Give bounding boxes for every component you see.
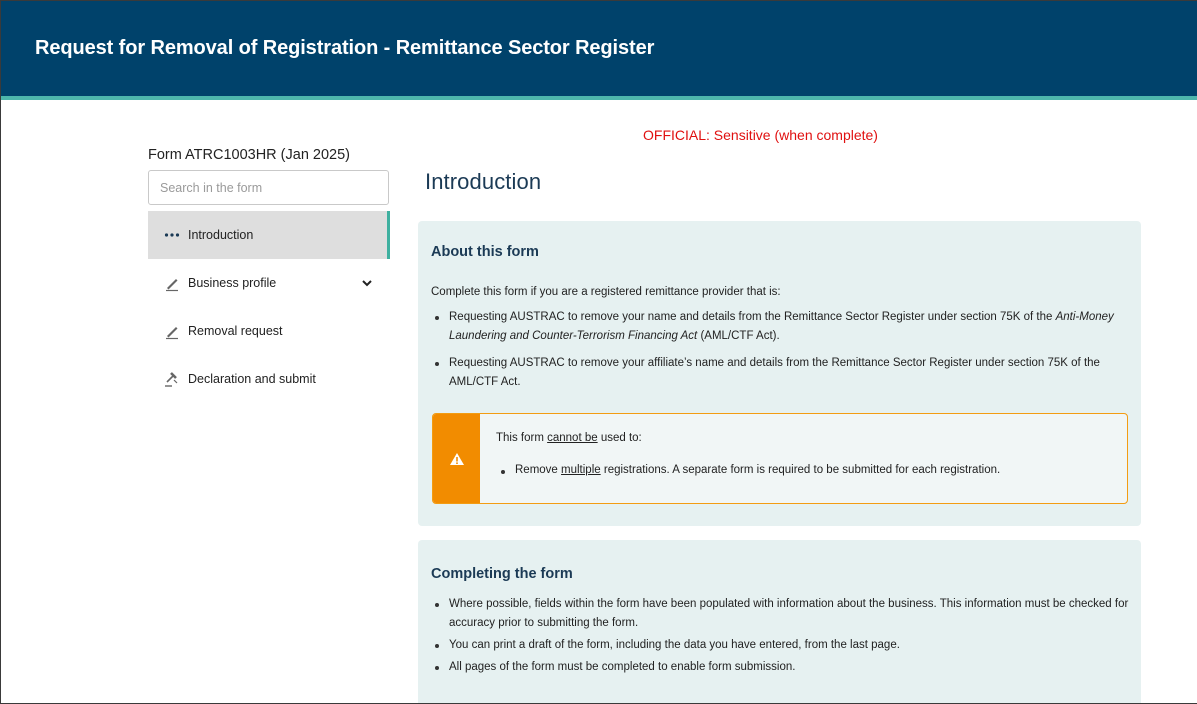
form-nav: Introduction Business profile Removal re… (148, 211, 390, 403)
warning-lead: This form cannot be used to: (496, 432, 642, 444)
list-item: You can print a draft of the form, inclu… (431, 636, 1129, 655)
sidebar-item-removal-request[interactable]: Removal request (148, 307, 390, 355)
pencil-icon (162, 321, 182, 341)
sidebar-item-label: Business profile (188, 276, 277, 290)
sidebar-item-introduction[interactable]: Introduction (148, 211, 390, 259)
list-item: All pages of the form must be completed … (431, 658, 1129, 677)
completing-panel: Completing the form Where possible, fiel… (418, 540, 1141, 703)
sidebar-item-label: Introduction (188, 228, 254, 242)
list-item: Requesting AUSTRAC to remove your affili… (431, 354, 1129, 392)
sidebar: Form ATRC1003HR (Jan 2025) Introduction … (148, 147, 390, 403)
sidebar-item-label: Declaration and submit (188, 372, 316, 386)
list-item: Remove multiple registrations. A separat… (499, 464, 1000, 476)
about-panel: About this form Complete this form if yo… (418, 221, 1141, 526)
chevron-down-icon[interactable] (360, 276, 374, 290)
completing-list: Where possible, fields within the form h… (431, 595, 1129, 680)
app-header: Request for Removal of Registration - Re… (1, 1, 1197, 100)
about-list: Requesting AUSTRAC to remove your name a… (431, 308, 1129, 400)
completing-heading: Completing the form (431, 566, 573, 582)
sidebar-item-declaration-and-submit[interactable]: Declaration and submit (148, 355, 390, 403)
warning-list: Remove multiple registrations. A separat… (499, 464, 1000, 476)
search-input[interactable] (148, 170, 389, 205)
form-code-label: Form ATRC1003HR (Jan 2025) (148, 147, 351, 163)
list-item: Where possible, fields within the form h… (431, 595, 1129, 633)
gavel-icon (162, 369, 182, 389)
page-frame: Request for Removal of Registration - Re… (0, 0, 1197, 704)
list-item: Requesting AUSTRAC to remove your name a… (431, 308, 1129, 346)
page-header-title: Request for Removal of Registration - Re… (35, 37, 655, 59)
pencil-icon (162, 273, 182, 293)
warning-icon (433, 414, 480, 503)
sidebar-item-label: Removal request (188, 324, 283, 338)
about-heading: About this form (431, 244, 539, 260)
warning-callout: This form cannot be used to: Remove mult… (432, 413, 1128, 504)
page-title: Introduction (425, 169, 542, 194)
about-intro: Complete this form if you are a register… (431, 286, 781, 298)
sidebar-item-business-profile[interactable]: Business profile (148, 259, 390, 307)
dots-icon (162, 225, 182, 245)
classification-label: OFFICIAL: Sensitive (when complete) (643, 127, 878, 143)
